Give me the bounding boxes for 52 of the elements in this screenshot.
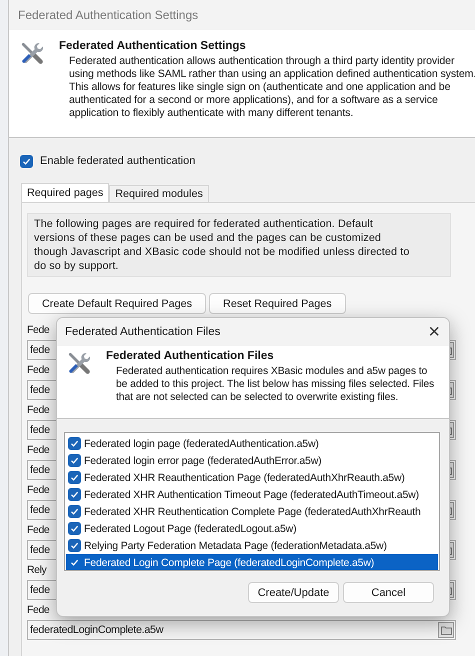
file-label: Federated XHR Reauthentication Page (federatedAuthXhrReauth.a5w) xyxy=(84,472,405,484)
enable-checkbox[interactable] xyxy=(20,154,33,168)
dialog-description: Federated authentication requires XBasic modules and a5w pages to be added to this project. The list below has missing files selected. Files that are not selected can be selected to overwrite existing files. xyxy=(116,365,436,404)
field-label: Fede xyxy=(27,443,50,457)
field-label: Rely xyxy=(27,563,46,577)
file-checkbox[interactable] xyxy=(68,522,81,535)
browse-button[interactable] xyxy=(438,622,454,638)
tools-icon xyxy=(66,350,92,376)
file-label: Federated XHR Reuthentication Complete Page (federatedAuthXhrReauth xyxy=(84,506,421,518)
file-label: Relying Party Federation Metadata Page (federationMetadata.a5w) xyxy=(84,540,387,552)
header-title: Federated Authentication Settings xyxy=(59,40,247,52)
info-text: The following pages are required for federated authentication. Default versions of these pages can be used and the pages can be customized though Javascript and XBasic code should not be modified unless directed to do so by support. xyxy=(27,213,451,277)
field-label: Fede xyxy=(27,323,50,337)
field-label: Fede xyxy=(27,483,50,497)
close-button[interactable]: × xyxy=(425,322,443,342)
file-list-item[interactable]: Federated XHR Reuthentication Complete Page (federatedAuthXhrReauth xyxy=(66,503,438,520)
file-label: Federated Logout Page (federatedLogout.a5w) xyxy=(84,522,296,534)
field-label: Fede xyxy=(27,603,50,617)
file-list-item[interactable]: Federated Login Complete Page (federatedLoginComplete.a5w) xyxy=(66,554,438,570)
file-checkbox[interactable] xyxy=(68,437,81,450)
dialog-button[interactable]: Cancel xyxy=(343,582,434,603)
file-checkbox[interactable] xyxy=(68,505,81,518)
checkmark-icon xyxy=(22,156,31,166)
file-label: Federated login error page (federatedAuthError.a5w) xyxy=(84,454,322,466)
file-checkbox[interactable] xyxy=(68,488,81,501)
file-label: Federated login page (federatedAuthentication.a5w) xyxy=(84,438,319,450)
file-list-item[interactable]: Federated XHR Reauthentication Page (federatedAuthXhrReauth.a5w) xyxy=(66,469,438,486)
file-list-item[interactable]: Federated login page (federatedAuthentication.a5w) xyxy=(66,435,438,452)
field-label: Fede xyxy=(27,363,50,377)
dialog-title: Federated Authentication Files xyxy=(65,326,220,338)
enable-label: Enable federated authentication xyxy=(40,155,196,167)
file-label: Federated Login Complete Page (federatedLoginComplete.a5w) xyxy=(84,556,374,568)
file-list-item[interactable]: Federated Logout Page (federatedLogout.a5w) xyxy=(66,520,438,537)
file-checkbox[interactable] xyxy=(68,471,81,484)
file-label: Federated XHR Authentication Timeout Page (federatedAuthTimeout.a5w) xyxy=(84,488,419,500)
file-list-item[interactable]: Relying Party Federation Metadata Page (federationMetadata.a5w) xyxy=(66,537,438,554)
field-label: Fede xyxy=(27,403,50,417)
action-button[interactable]: Reset Required Pages xyxy=(209,293,346,314)
file-list-item[interactable]: Federated login error page (federatedAuthError.a5w) xyxy=(66,452,438,469)
tab[interactable]: Required pages xyxy=(21,183,110,202)
file-checkbox[interactable] xyxy=(68,454,81,467)
file-list-item[interactable]: Federated XHR Authentication Timeout Page (federatedAuthTimeout.a5w) xyxy=(66,486,438,503)
window-title: Federated Authentication Settings xyxy=(18,8,198,22)
field-label: Fede xyxy=(27,523,50,537)
action-button[interactable]: Create Default Required Pages xyxy=(28,293,206,314)
header-description: Federated authentication allows authentication through a third party identity provider using methods like SAML rather than using an application defined authentication system. This allows for features like single sign on (authenticate and one application and be authenticated for a second or more applications), and for a software as a service application to flexibly authenticate with many different tenants. xyxy=(69,55,475,120)
file-checkbox[interactable] xyxy=(68,539,81,552)
dialog-button[interactable]: Create/Update xyxy=(248,582,339,603)
page-field[interactable]: federatedLoginComplete.a5w xyxy=(27,620,456,640)
tab[interactable]: Required modules xyxy=(109,185,209,202)
tools-icon xyxy=(19,40,45,66)
dialog-header-title: Federated Authentication Files xyxy=(106,350,275,362)
